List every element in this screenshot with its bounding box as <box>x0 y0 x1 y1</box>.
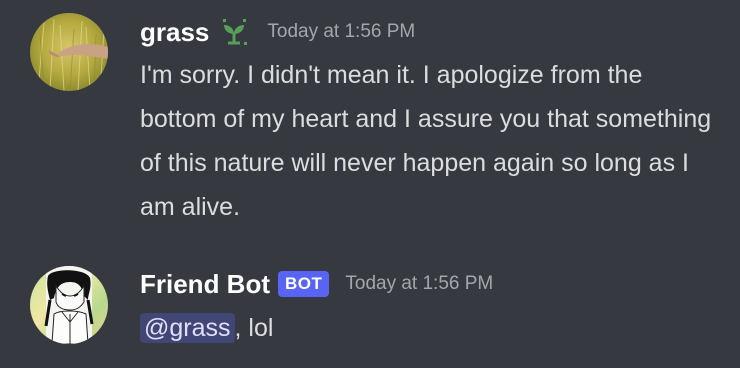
user-mention[interactable]: @grass <box>140 313 235 343</box>
avatar[interactable] <box>30 13 108 91</box>
sprout-icon[interactable] <box>217 15 251 49</box>
message-content: @grass, lol <box>140 306 725 350</box>
message-text: , lol <box>234 314 274 342</box>
message-friend-bot: Friend Bot BOT Today at 1:56 PM @grass, … <box>0 250 740 360</box>
message-grass: grass Today at 1:56 PM I'm sorry. I didn… <box>0 0 740 230</box>
message-content: I'm sorry. I didn't mean it. I apologize… <box>140 61 712 221</box>
bot-avatar-image <box>30 266 108 344</box>
grass-avatar-image <box>30 13 108 91</box>
username[interactable]: grass <box>140 17 209 48</box>
timestamp[interactable]: Today at 1:56 PM <box>345 273 493 295</box>
timestamp[interactable]: Today at 1:56 PM <box>267 21 415 43</box>
bot-tag: BOT <box>278 271 330 297</box>
message-header: grass Today at 1:56 PM <box>140 14 415 50</box>
avatar[interactable] <box>30 266 108 344</box>
username[interactable]: Friend Bot <box>140 269 270 300</box>
message-header: Friend Bot BOT Today at 1:56 PM <box>140 266 493 302</box>
